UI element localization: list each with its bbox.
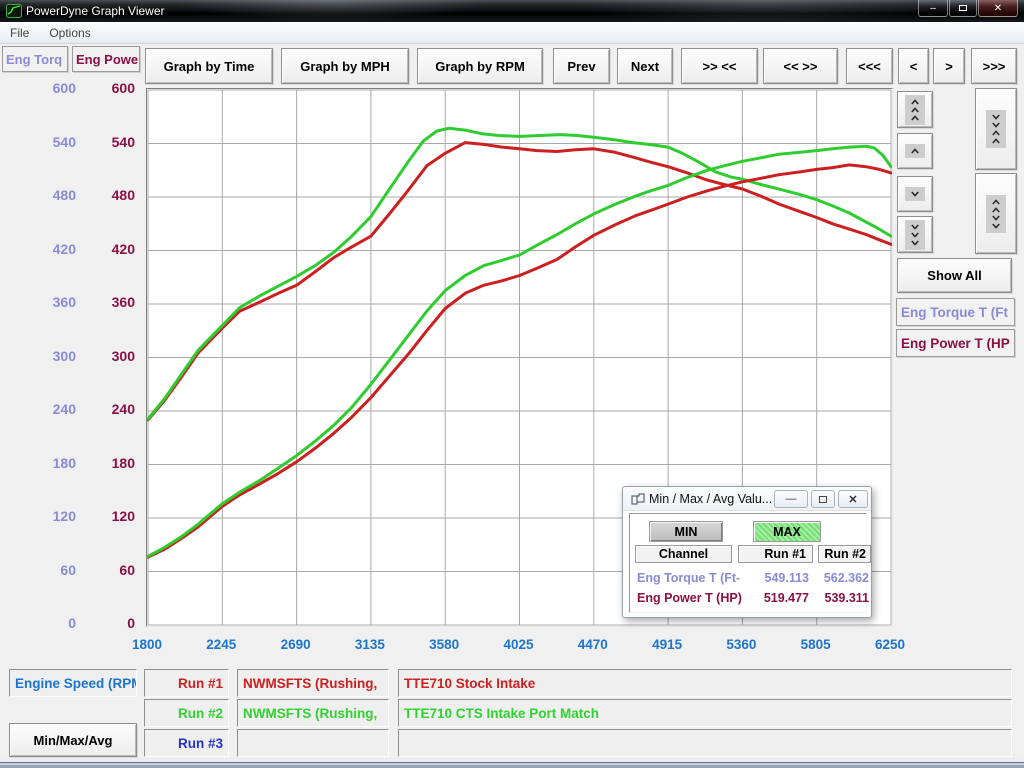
minimize-button[interactable]: – [918,0,948,17]
run1-label: Run #1 [144,669,229,697]
min-toggle-button[interactable]: MIN [649,521,723,542]
minmax-dialog-titlebar[interactable]: Min / Max / Avg Valu... — ✕ [623,487,871,511]
prev-button[interactable]: Prev [553,48,610,84]
y-tick-600: 600 [88,80,135,96]
x-tick-3580: 3580 [414,637,474,652]
y-tick-300: 300 [29,348,76,364]
y-tick-60: 60 [88,562,135,578]
y-tick-300: 300 [88,348,135,364]
header-run1[interactable]: Run #1 [738,545,813,563]
x-tick-6250: 6250 [860,637,920,652]
scroll-left-button[interactable]: < [898,48,929,84]
window-title: PowerDyne Graph Viewer [26,4,165,18]
menu-bar: File Options [0,22,1024,44]
dialog-restore-button[interactable] [811,490,835,508]
scale-down-fast-button[interactable] [897,216,933,253]
maximize-button[interactable] [949,0,977,17]
y-tick-120: 120 [29,508,76,524]
run3-description[interactable] [398,729,1012,757]
scale-up-fast-button[interactable] [897,91,933,128]
scale-down-button[interactable] [897,176,933,212]
run2-file[interactable]: NWMSFTS (Rushing, [237,699,389,727]
axis-title-power[interactable]: Eng Powe [72,46,140,72]
y-tick-600: 600 [29,80,76,96]
y-tick-120: 120 [88,508,135,524]
header-channel[interactable]: Channel [635,545,732,563]
run2-description[interactable]: TTE710 CTS Intake Port Match [398,699,1012,727]
scroll-far-left-button[interactable]: <<< [846,48,893,84]
max-toggle-button[interactable]: MAX [753,521,821,542]
y-tick-180: 180 [29,455,76,471]
y-tick-0: 0 [88,615,135,631]
run3-label: Run #3 [144,729,229,757]
run1-file[interactable]: NWMSFTS (Rushing, [237,669,389,697]
x-axis-channel-button[interactable]: Engine Speed (RPM [9,669,137,697]
minmaxavg-button[interactable]: Min/Max/Avg [9,723,137,757]
x-tick-5805: 5805 [786,637,846,652]
run2-label: Run #2 [144,699,229,727]
expand-scale-button[interactable] [975,173,1017,254]
y-tick-480: 480 [88,187,135,203]
window-bottom-frame [0,758,1024,768]
y-tick-480: 480 [29,187,76,203]
app-window: PowerDyne Graph Viewer – ✕ File Options … [0,0,1024,768]
x-tick-4470: 4470 [563,637,623,652]
row-power-run2-value: 539.311 [803,591,869,605]
graph-by-mph-button[interactable]: Graph by MPH [281,48,409,84]
x-tick-1800: 1800 [117,637,177,652]
scroll-right-button[interactable]: > [933,48,965,84]
y-tick-0: 0 [29,615,76,631]
run1-description[interactable]: TTE710 Stock Intake [398,669,1012,697]
close-button[interactable]: ✕ [978,0,1018,17]
graph-by-time-button[interactable]: Graph by Time [145,48,273,84]
title-bar[interactable]: PowerDyne Graph Viewer – ✕ [0,0,1024,22]
dialog-icon [631,493,645,505]
y-tick-540: 540 [29,134,76,150]
x-tick-4915: 4915 [637,637,697,652]
compress-scale-button[interactable] [975,88,1017,170]
x-axis-ticks: 1800 2245 2690 3135 3580 4025 4470 4915 5360 5805… [0,637,1024,655]
y-tick-240: 240 [88,401,135,417]
x-tick-2690: 2690 [266,637,326,652]
row-torque-run1-value: 549.113 [743,571,809,585]
show-all-button[interactable]: Show All [897,258,1012,293]
zoom-out-x-button[interactable]: << >> [763,48,838,84]
x-tick-4025: 4025 [489,637,549,652]
x-tick-3135: 3135 [340,637,400,652]
scroll-far-right-button[interactable]: >>> [971,48,1017,84]
y-tick-180: 180 [88,455,135,471]
y-tick-540: 540 [88,134,135,150]
channel-power-button[interactable]: Eng Power T (HP [896,329,1015,357]
y-tick-420: 420 [29,241,76,257]
y-tick-60: 60 [29,562,76,578]
y-tick-240: 240 [29,401,76,417]
y-tick-360: 360 [88,294,135,310]
dialog-minimize-button[interactable]: — [774,490,808,508]
channel-torque-button[interactable]: Eng Torque T (Ft [896,298,1015,326]
row-torque-run2-value: 562.362 [803,571,869,585]
zoom-in-x-button[interactable]: >> << [681,48,758,84]
y-tick-360: 360 [29,294,76,310]
y-tick-420: 420 [88,241,135,257]
menu-file[interactable]: File [0,22,39,43]
x-tick-5360: 5360 [711,637,771,652]
dialog-close-button[interactable]: ✕ [838,490,868,508]
graph-by-rpm-button[interactable]: Graph by RPM [417,48,543,84]
app-icon [6,3,22,19]
menu-options[interactable]: Options [39,22,100,43]
scale-up-button[interactable] [897,133,933,169]
run3-file[interactable] [237,729,389,757]
minmax-dialog[interactable]: Min / Max / Avg Valu... — ✕ MIN MAX Chan… [622,486,872,618]
row-power-run1-value: 519.477 [743,591,809,605]
minmax-dialog-title: Min / Max / Avg Valu... [649,492,772,506]
next-button[interactable]: Next [617,48,673,84]
header-run2[interactable]: Run #2 [818,545,871,563]
x-tick-2245: 2245 [191,637,251,652]
axis-title-torque[interactable]: Eng Torq [2,46,68,72]
